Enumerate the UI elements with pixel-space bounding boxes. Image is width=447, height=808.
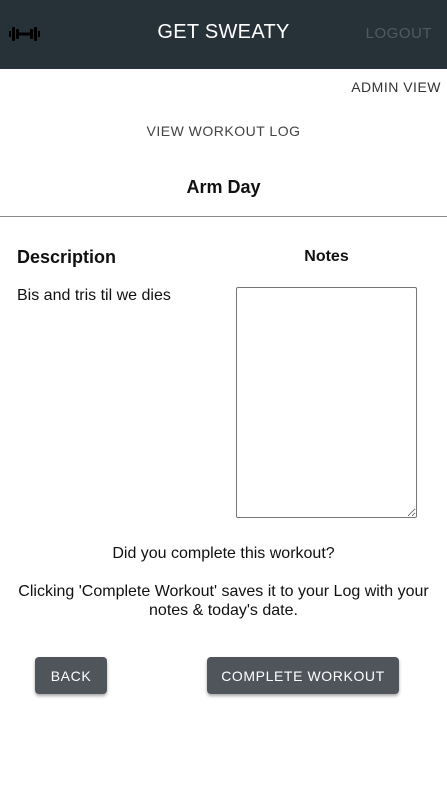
notes-textarea[interactable] <box>236 287 417 518</box>
completion-info: Clicking 'Complete Workout' saves it to … <box>18 583 429 619</box>
completion-question: Did you complete this workout? <box>112 545 335 562</box>
logout-button[interactable]: LOGOUT <box>366 25 432 42</box>
admin-view-link[interactable]: ADMIN VIEW <box>351 79 441 95</box>
back-button[interactable]: BACK <box>35 657 107 694</box>
complete-workout-button[interactable]: COMPLETE WORKOUT <box>207 657 399 694</box>
notes-heading: Notes <box>304 248 349 265</box>
description-text: Bis and tris til we dies <box>17 287 171 304</box>
app-bar: GET SWEATY LOGOUT <box>0 0 447 69</box>
divider <box>0 216 447 217</box>
workout-title: Arm Day <box>186 177 261 197</box>
description-heading: Description <box>17 247 117 267</box>
view-workout-log-link[interactable]: VIEW WORKOUT LOG <box>0 123 447 139</box>
